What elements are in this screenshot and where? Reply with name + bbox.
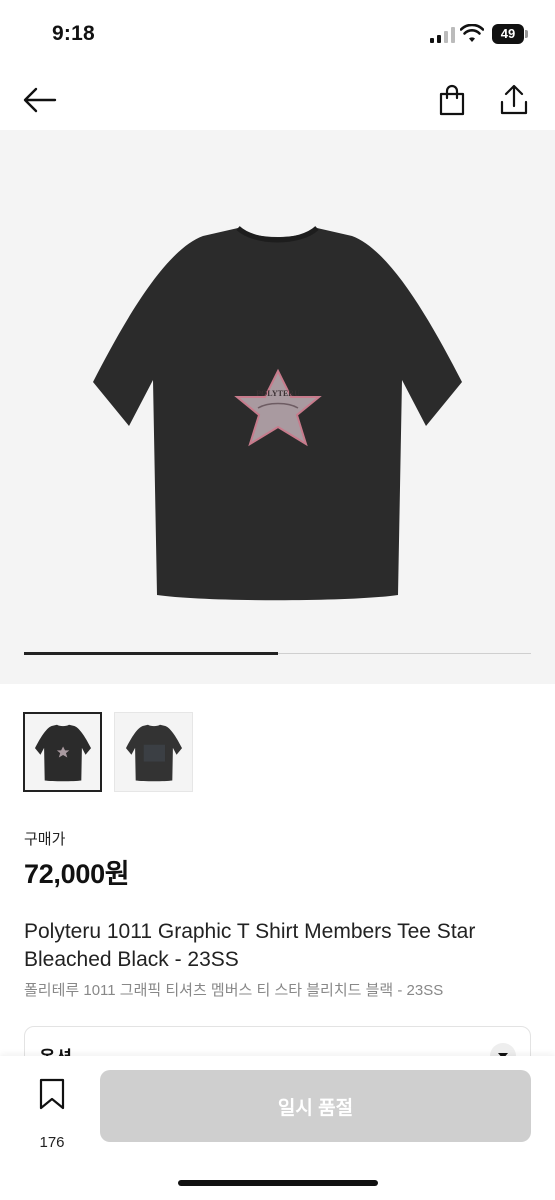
thumbnail-back-image — [125, 724, 182, 782]
status-bar: 9:18 49 — [0, 0, 555, 68]
top-nav — [0, 68, 555, 130]
product-title-ko: 폴리테루 1011 그래픽 티셔츠 멤버스 티 스타 블리치드 블랙 - 23S… — [24, 982, 444, 999]
slide-indicator-fill — [24, 652, 278, 655]
bookmark-icon — [39, 1078, 65, 1110]
slide-indicator — [24, 652, 531, 655]
price-value: 72,000원 — [24, 859, 130, 889]
wifi-icon — [460, 24, 484, 42]
thumbnail-strip — [23, 712, 193, 792]
product-gallery[interactable]: POLYTERU — [0, 130, 555, 684]
signal-icon — [430, 27, 455, 43]
thumbnail-front-image — [34, 724, 91, 782]
share-button[interactable] — [494, 80, 534, 120]
thumbnail-back[interactable] — [114, 712, 193, 792]
share-icon — [500, 84, 528, 115]
cart-button[interactable] — [432, 80, 472, 120]
thumbnail-front[interactable] — [23, 712, 102, 792]
shopping-bag-icon — [439, 84, 465, 116]
price-label: 구매가 — [24, 831, 66, 848]
bookmark-count: 176 — [39, 1134, 65, 1151]
star-print-text: POLYTERU — [256, 389, 300, 398]
back-button[interactable] — [20, 80, 60, 120]
product-title-en: Polyteru 1011 Graphic T Shirt Members Te… — [24, 920, 476, 971]
battery-icon: 49 — [492, 24, 528, 44]
battery-level: 49 — [492, 24, 524, 44]
sold-out-button[interactable]: 일시 품절 — [100, 1070, 531, 1142]
status-time: 9:18 — [52, 22, 95, 45]
back-arrow-icon — [23, 87, 57, 113]
home-indicator — [178, 1180, 378, 1186]
product-image: POLYTERU — [93, 226, 462, 601]
bottom-action-bar: 176 일시 품절 — [0, 1056, 555, 1200]
bookmark-button[interactable]: 176 — [28, 1078, 76, 1151]
